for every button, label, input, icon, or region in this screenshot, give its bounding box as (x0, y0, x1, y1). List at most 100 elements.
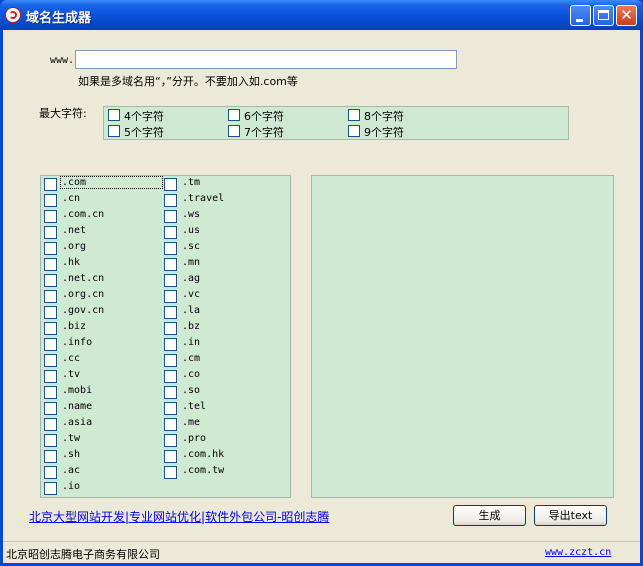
domain-option-label: .net.cn (62, 273, 105, 284)
checkbox[interactable] (348, 125, 360, 137)
checkbox[interactable] (228, 109, 240, 121)
checkbox[interactable] (44, 194, 57, 207)
checkbox[interactable] (164, 274, 177, 287)
domain-option-label: .co (182, 369, 201, 380)
checkbox[interactable] (164, 210, 177, 223)
app-logo-icon (5, 7, 21, 23)
checkbox[interactable] (164, 386, 177, 399)
checkbox[interactable] (44, 274, 57, 287)
checkbox[interactable] (44, 242, 57, 255)
result-panel[interactable] (311, 175, 614, 498)
status-bar: 北京昭创志腾电子商务有限公司 www.zczt.cn (3, 541, 640, 564)
checkbox[interactable] (164, 290, 177, 303)
domain-option-label: .com.hk (182, 449, 225, 460)
checkbox[interactable] (164, 258, 177, 271)
close-button[interactable]: ✕ (616, 5, 637, 26)
checkbox[interactable] (44, 226, 57, 239)
main-window: 域名生成器 ✕ www. 如果是多域名用“，”分开。不要加入如.com等 最大字… (0, 0, 643, 566)
domain-option-label: .pro (182, 433, 207, 444)
domain-option-label: .sc (182, 241, 201, 252)
checkbox[interactable] (44, 322, 57, 335)
domain-option-label: .so (182, 385, 201, 396)
checkbox[interactable] (228, 125, 240, 137)
domain-option-label: .us (182, 225, 201, 236)
checkbox[interactable] (108, 109, 120, 121)
domain-option-label: .net (62, 225, 87, 236)
length-option-label: 6个字符 (244, 110, 284, 123)
checkbox[interactable] (164, 242, 177, 255)
window-title: 域名生成器 (26, 11, 92, 26)
checkbox[interactable] (44, 370, 57, 383)
domain-option-label: .org (62, 241, 87, 252)
export-text-button[interactable]: 导出text (534, 505, 607, 526)
checkbox[interactable] (164, 306, 177, 319)
length-option-label: 4个字符 (124, 110, 164, 123)
domain-option-label: .cc (62, 353, 81, 364)
checkbox[interactable] (44, 306, 57, 319)
max-length-label: 最大字符: (39, 107, 87, 120)
checkbox[interactable] (44, 482, 57, 495)
checkbox[interactable] (164, 434, 177, 447)
checkbox[interactable] (164, 354, 177, 367)
checkbox[interactable] (164, 194, 177, 207)
domain-option-label: .com (60, 176, 163, 189)
checkbox[interactable] (164, 450, 177, 463)
checkbox[interactable] (44, 354, 57, 367)
checkbox[interactable] (164, 418, 177, 431)
status-website-link[interactable]: www.zczt.cn (545, 547, 611, 558)
domain-option-label: .bz (182, 321, 201, 332)
domain-option-label: .name (62, 401, 93, 412)
domain-option-label: .cn (62, 193, 81, 204)
checkbox[interactable] (164, 402, 177, 415)
checkbox[interactable] (44, 434, 57, 447)
domain-suffix-list[interactable]: .com .cn .com.cn .net .org .hk .net.cn .org.cn.… (40, 175, 291, 498)
domain-option-label: .me (182, 417, 201, 428)
checkbox[interactable] (44, 466, 57, 479)
domain-option-label: .vc (182, 289, 201, 300)
checkbox[interactable] (164, 466, 177, 479)
checkbox[interactable] (44, 418, 57, 431)
close-icon: ✕ (620, 6, 633, 24)
length-option-label: 8个字符 (364, 110, 404, 123)
checkbox[interactable] (348, 109, 360, 121)
domain-input[interactable] (75, 50, 457, 69)
checkbox[interactable] (44, 210, 57, 223)
checkbox[interactable] (44, 450, 57, 463)
domain-option-label: .gov.cn (62, 305, 105, 316)
maximize-button[interactable] (593, 5, 614, 26)
checkbox[interactable] (44, 178, 57, 191)
checkbox[interactable] (164, 338, 177, 351)
generate-button[interactable]: 生成 (453, 505, 526, 526)
checkbox[interactable] (108, 125, 120, 137)
domain-option-label: .io (62, 481, 81, 492)
status-company: 北京昭创志腾电子商务有限公司 (6, 548, 160, 561)
domain-option-label: .mn (182, 257, 201, 268)
domain-option-label: .tm (182, 177, 201, 188)
checkbox[interactable] (44, 258, 57, 271)
checkbox[interactable] (164, 226, 177, 239)
checkbox[interactable] (164, 178, 177, 191)
domain-option-label: .in (182, 337, 201, 348)
www-label: www. (50, 55, 75, 66)
domain-option-label: .tv (62, 369, 81, 380)
length-option-label: 9个字符 (364, 126, 404, 139)
length-option-label: 5个字符 (124, 126, 164, 139)
length-options-group: 4个字符 6个字符 8个字符 5个字符 7个字符 9个字符 (103, 106, 569, 140)
checkbox[interactable] (164, 370, 177, 383)
domain-option-label: .tw (62, 433, 81, 444)
domain-option-label: .ac (62, 465, 81, 476)
domain-option-label: .ws (182, 209, 201, 220)
checkbox[interactable] (164, 322, 177, 335)
domain-option-label: .mobi (62, 385, 93, 396)
checkbox[interactable] (44, 338, 57, 351)
checkbox[interactable] (44, 386, 57, 399)
domain-option-label: .asia (62, 417, 93, 428)
checkbox[interactable] (44, 402, 57, 415)
domain-option-label: .com.tw (182, 465, 225, 476)
domain-option-label: .cm (182, 353, 201, 364)
minimize-button[interactable] (570, 5, 591, 26)
company-link[interactable]: 北京大型网站开发|专业网站优化|软件外包公司-昭创志腾 (29, 508, 329, 525)
title-bar[interactable]: 域名生成器 ✕ (0, 0, 643, 30)
checkbox[interactable] (44, 290, 57, 303)
domain-option-label: .tel (182, 401, 207, 412)
